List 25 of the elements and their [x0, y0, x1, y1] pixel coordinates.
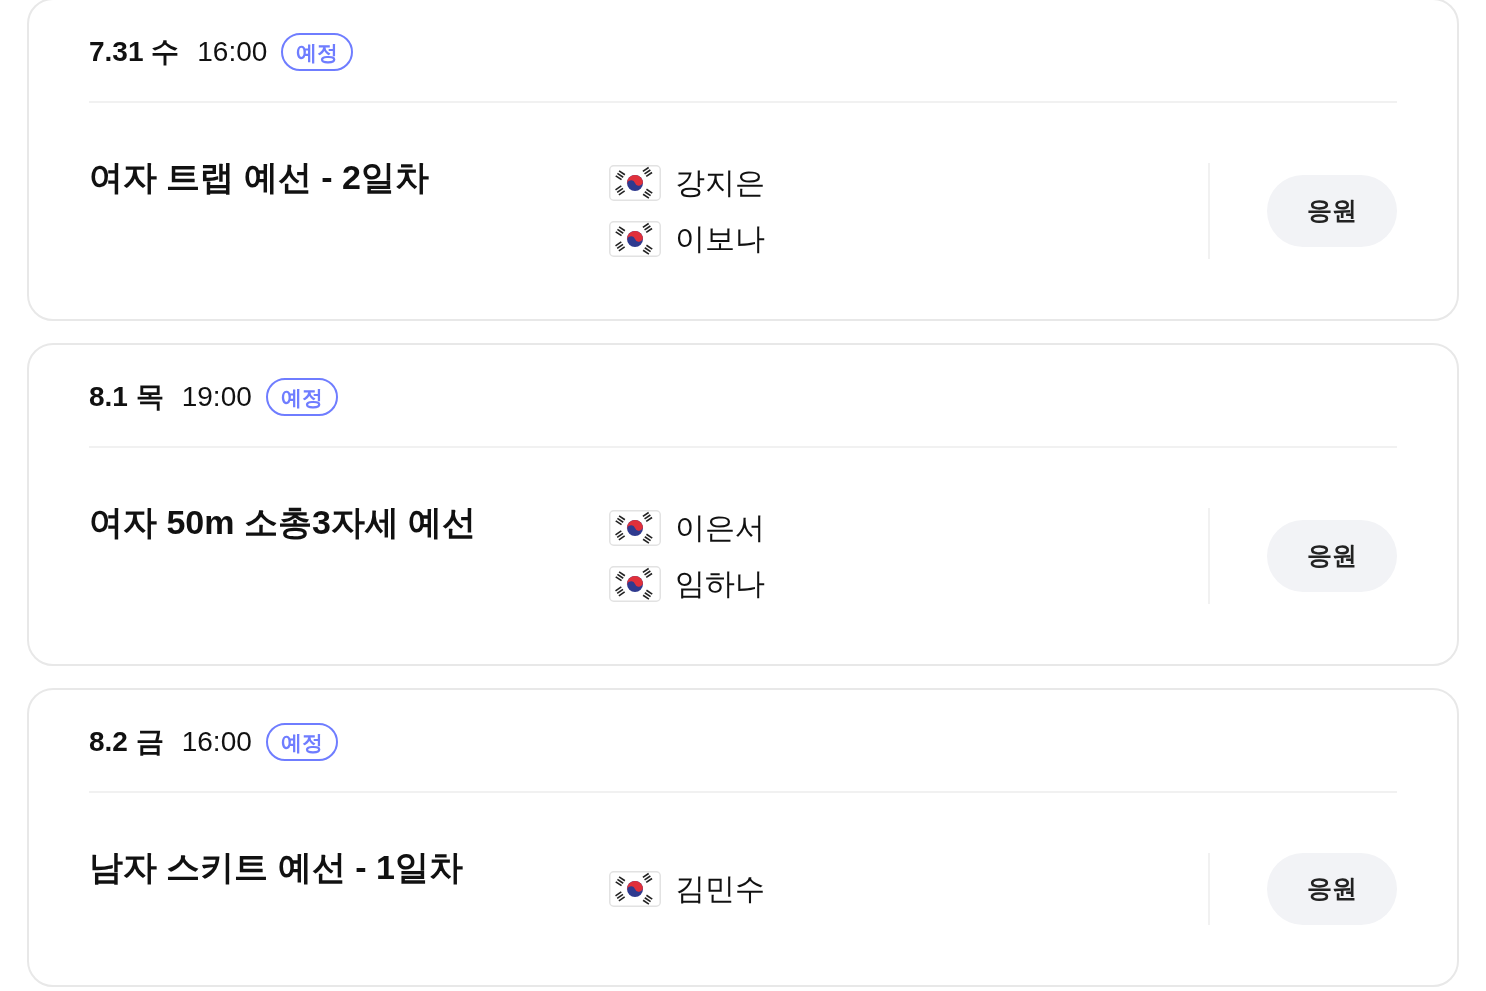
cheer-button[interactable]: 응원: [1267, 853, 1397, 925]
korean-flag-icon: [609, 221, 661, 257]
korean-flag-icon: [609, 165, 661, 201]
korean-flag-icon: [609, 566, 661, 602]
date-label: 8.1 목: [89, 383, 164, 411]
athlete-name: 이은서: [675, 513, 765, 543]
athlete-name: 임하나: [675, 569, 765, 599]
status-badge: 예정: [265, 378, 338, 416]
status-badge: 예정: [265, 723, 338, 761]
cheer-button[interactable]: 응원: [1267, 175, 1397, 247]
korean-flag-icon: [609, 871, 661, 907]
time-label: 16:00: [181, 728, 252, 756]
event-title: 여자 50m 소총3자세 예선: [89, 502, 478, 543]
date-label: 8.2 금: [89, 728, 164, 756]
athlete-name: 강지은: [675, 168, 765, 198]
time-label: 16:00: [197, 38, 268, 66]
event-title: 여자 트랩 예선 - 2일차: [89, 157, 431, 198]
event-title: 남자 스키트 예선 - 1일차: [89, 847, 465, 888]
date-label: 7.31 수: [89, 38, 180, 66]
cheer-button[interactable]: 응원: [1267, 520, 1397, 592]
korean-flag-icon: [609, 510, 661, 546]
time-label: 19:00: [181, 383, 252, 411]
athlete-name: 이보나: [675, 224, 765, 254]
status-badge: 예정: [281, 33, 354, 71]
athlete-name: 김민수: [675, 874, 765, 904]
